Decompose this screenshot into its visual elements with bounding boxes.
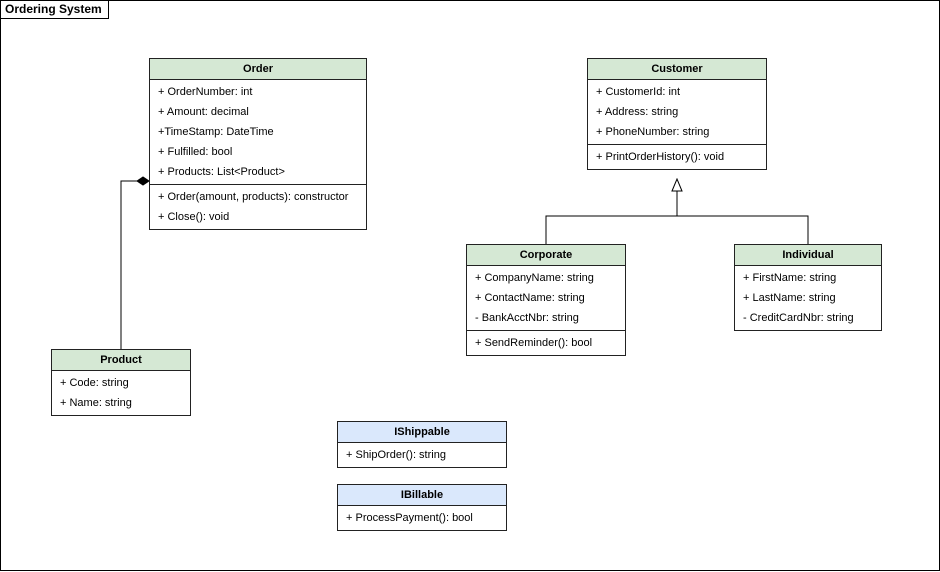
- op: + ShipOrder(): string: [338, 445, 506, 465]
- class-order: Order + OrderNumber: int + Amount: decim…: [149, 58, 367, 230]
- attr: - BankAcctNbr: string: [467, 308, 625, 328]
- attr: + OrderNumber: int: [150, 82, 366, 102]
- class-customer: Customer + CustomerId: int + Address: st…: [587, 58, 767, 170]
- class-attributes: + CompanyName: string + ContactName: str…: [467, 266, 625, 330]
- frame-title: Ordering System: [0, 0, 109, 19]
- op: + Order(amount, products): constructor: [150, 187, 366, 207]
- attr: + CustomerId: int: [588, 82, 766, 102]
- op: + ProcessPayment(): bool: [338, 508, 506, 528]
- class-operations: + PrintOrderHistory(): void: [588, 144, 766, 169]
- class-title: IShippable: [338, 422, 506, 443]
- class-title: Corporate: [467, 245, 625, 266]
- class-operations: + ShipOrder(): string: [338, 443, 506, 467]
- class-attributes: + FirstName: string + LastName: string -…: [735, 266, 881, 330]
- class-title: Product: [52, 350, 190, 371]
- op: + SendReminder(): bool: [467, 333, 625, 353]
- attr: + PhoneNumber: string: [588, 122, 766, 142]
- class-operations: + SendReminder(): bool: [467, 330, 625, 355]
- attr: - CreditCardNbr: string: [735, 308, 881, 328]
- class-title: Order: [150, 59, 366, 80]
- attr: + Name: string: [52, 393, 190, 413]
- class-operations: + ProcessPayment(): bool: [338, 506, 506, 530]
- class-product: Product + Code: string + Name: string: [51, 349, 191, 416]
- attr: + FirstName: string: [735, 268, 881, 288]
- class-attributes: + CustomerId: int + Address: string + Ph…: [588, 80, 766, 144]
- class-title: Individual: [735, 245, 881, 266]
- class-ibillable: IBillable + ProcessPayment(): bool: [337, 484, 507, 531]
- class-ishippable: IShippable + ShipOrder(): string: [337, 421, 507, 468]
- op: + Close(): void: [150, 207, 366, 227]
- class-individual: Individual + FirstName: string + LastNam…: [734, 244, 882, 331]
- attr: + Code: string: [52, 373, 190, 393]
- class-title: Customer: [588, 59, 766, 80]
- class-corporate: Corporate + CompanyName: string + Contac…: [466, 244, 626, 356]
- attr: + Amount: decimal: [150, 102, 366, 122]
- attr: + Fulfilled: bool: [150, 142, 366, 162]
- class-attributes: + OrderNumber: int + Amount: decimal +Ti…: [150, 80, 366, 184]
- class-attributes: + Code: string + Name: string: [52, 371, 190, 415]
- attr: + Address: string: [588, 102, 766, 122]
- class-operations: + Order(amount, products): constructor +…: [150, 184, 366, 229]
- diagram-frame: Ordering System Order + OrderNumber: int…: [0, 0, 940, 571]
- class-title: IBillable: [338, 485, 506, 506]
- attr: + CompanyName: string: [467, 268, 625, 288]
- op: + PrintOrderHistory(): void: [588, 147, 766, 167]
- attr: + ContactName: string: [467, 288, 625, 308]
- attr: +TimeStamp: DateTime: [150, 122, 366, 142]
- attr: + LastName: string: [735, 288, 881, 308]
- attr: + Products: List<Product>: [150, 162, 366, 182]
